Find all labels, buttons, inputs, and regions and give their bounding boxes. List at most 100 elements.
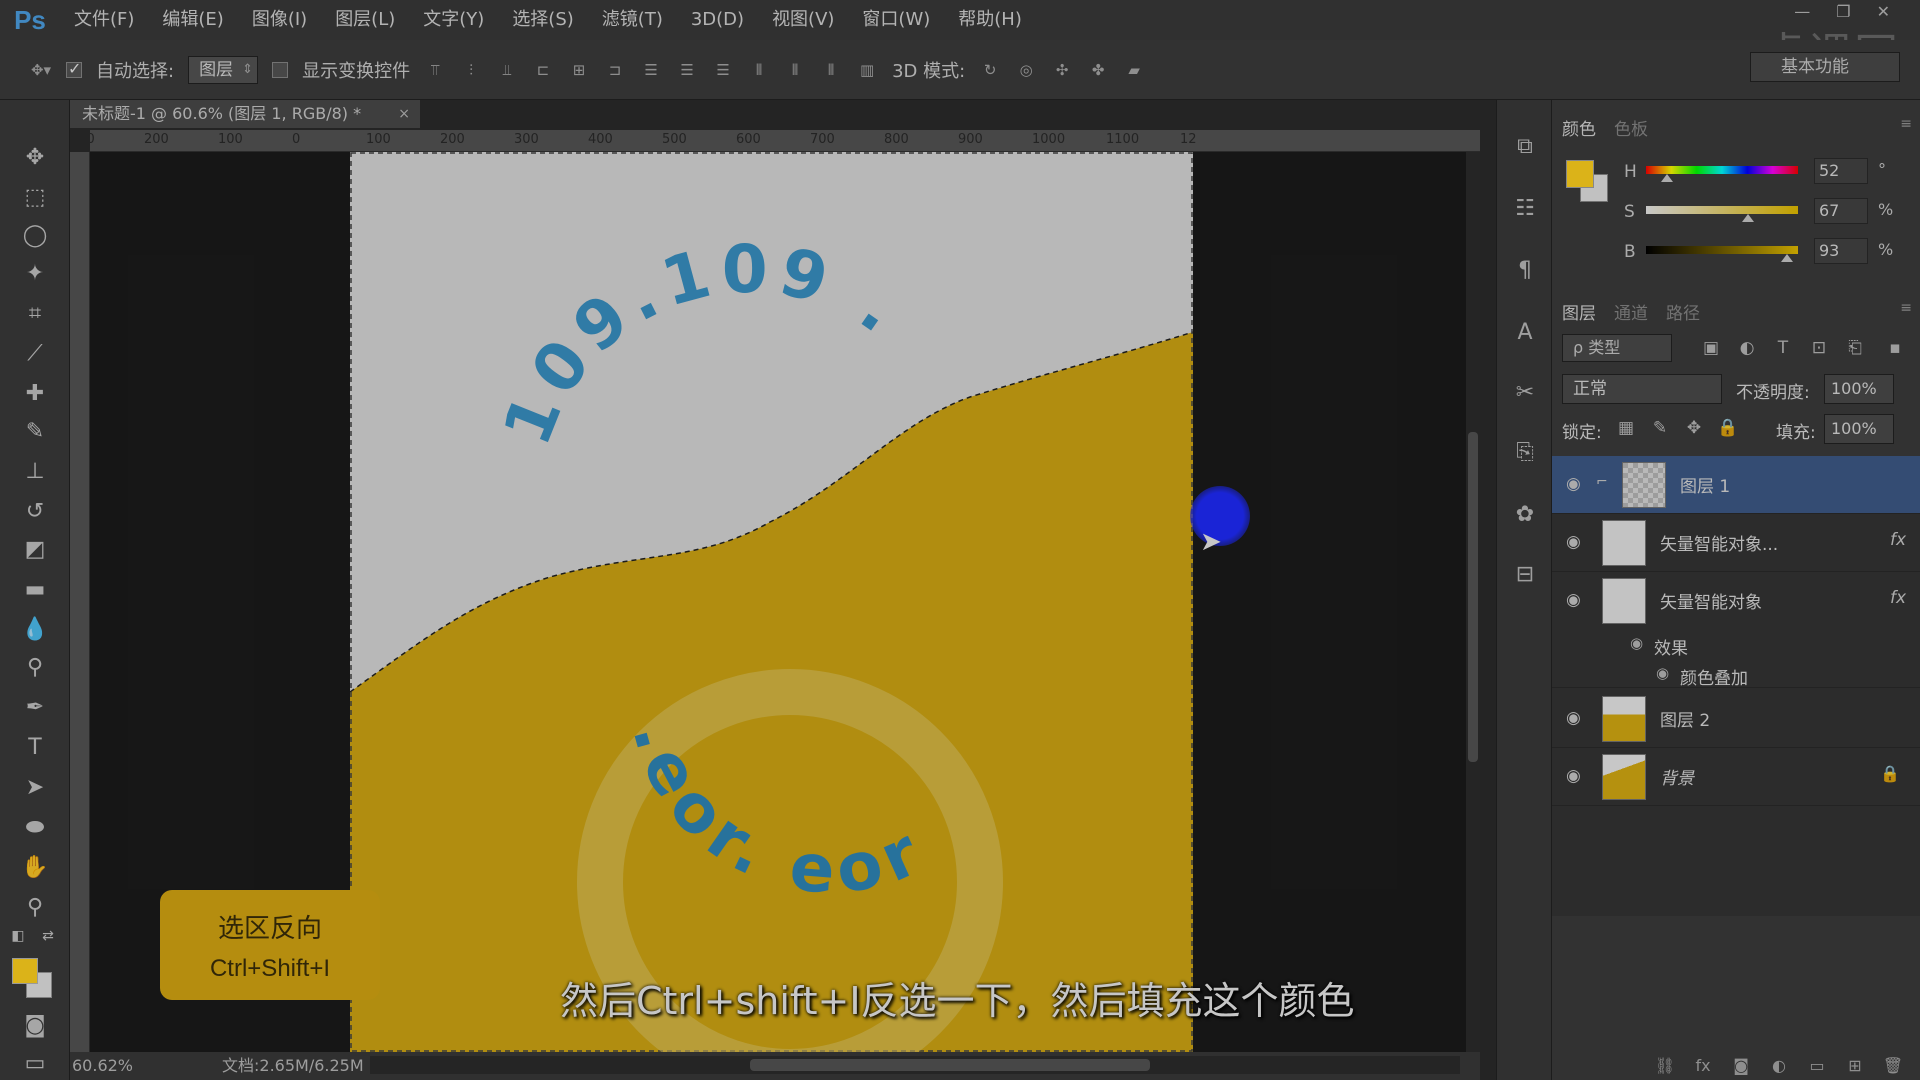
hue-slider[interactable] — [1646, 166, 1798, 174]
layer-name[interactable]: 矢量智能对象... — [1660, 530, 1778, 555]
ellipse-tool-icon[interactable]: ⬬ — [18, 810, 52, 844]
new-layer-icon[interactable]: ⊞ — [1842, 1053, 1868, 1077]
move-tool-icon[interactable]: ✥ — [18, 140, 52, 174]
character-panel-icon[interactable]: A — [1509, 316, 1541, 348]
history-brush-tool-icon[interactable]: ↺ — [18, 494, 52, 528]
document-tab[interactable]: 未标题-1 @ 60.6% (图层 1, RGB/8) * × — [70, 100, 420, 128]
lasso-tool-icon[interactable]: ◯ — [18, 218, 52, 252]
visibility-eye-icon[interactable]: ◉ — [1566, 590, 1581, 610]
fx-icon[interactable]: fx — [1890, 588, 1906, 608]
layer-row-5[interactable]: ◉ 背景 🔒 — [1552, 748, 1920, 806]
lock-all-icon[interactable]: 🔒 — [1716, 416, 1740, 440]
opacity-input[interactable]: 100% — [1824, 374, 1894, 404]
horizontal-scrollbar[interactable] — [370, 1056, 1460, 1074]
healing-brush-tool-icon[interactable]: ✚ — [18, 376, 52, 410]
filter-smart-object-icon[interactable]: ⎗ — [1842, 336, 1868, 360]
layer-name[interactable]: 矢量智能对象 — [1660, 588, 1762, 613]
quick-mask-icon[interactable]: ◙ — [18, 1008, 52, 1042]
color-panel-menu-icon[interactable]: ≡ — [1900, 116, 1912, 132]
zoom-tool-icon[interactable]: ⚲ — [18, 890, 52, 924]
hand-tool-icon[interactable]: ✋ — [18, 850, 52, 884]
path-selection-tool-icon[interactable]: ➤ — [18, 770, 52, 804]
type-tool-icon[interactable]: T — [18, 730, 52, 764]
drag-3d-icon[interactable]: ✣ — [1051, 59, 1073, 81]
effect-item-row[interactable]: ◉ 颜色叠加 — [1552, 660, 1920, 689]
show-transform-checkbox[interactable] — [272, 61, 289, 78]
menu-window[interactable]: 窗口(W) — [848, 0, 944, 40]
swap-colors-icon[interactable]: ⇄ — [38, 926, 58, 946]
brightness-value-input[interactable]: 93 — [1814, 238, 1868, 264]
hue-value-input[interactable]: 52 — [1814, 158, 1868, 184]
add-style-icon[interactable]: fx — [1690, 1053, 1716, 1077]
roll-3d-icon[interactable]: ◎ — [1015, 59, 1037, 81]
layer-filter-select[interactable]: ρ 类型 — [1562, 334, 1672, 362]
tab-layers[interactable]: 图层 — [1562, 299, 1596, 324]
clone-stamp-tool-icon[interactable]: ⊥ — [18, 454, 52, 488]
align-top-icon[interactable]: ⫪ — [424, 59, 446, 81]
history-panel-icon[interactable]: ⧉ — [1509, 130, 1541, 162]
move-tool-preset-icon[interactable]: ✥▾ — [30, 59, 52, 81]
align-hcenter-icon[interactable]: ⊞ — [568, 59, 590, 81]
visibility-eye-icon[interactable]: ◉ — [1566, 766, 1581, 786]
visibility-eye-icon[interactable]: ◉ — [1566, 708, 1581, 728]
properties-panel-icon[interactable]: ⊟ — [1509, 558, 1541, 590]
add-mask-icon[interactable]: ◙ — [1728, 1053, 1754, 1077]
adjustments-panel-icon[interactable]: ☷ — [1509, 192, 1541, 224]
eyedropper-tool-icon[interactable]: ⟋ — [18, 336, 52, 370]
auto-select-checkbox[interactable] — [66, 59, 82, 78]
eraser-tool-icon[interactable]: ◩ — [18, 532, 52, 566]
align-vcenter-icon[interactable]: ⫶ — [460, 59, 482, 81]
lock-position-icon[interactable]: ✥ — [1682, 416, 1706, 440]
layer-name[interactable]: 图层 2 — [1660, 706, 1710, 731]
blend-mode-select[interactable]: 正常 — [1562, 374, 1722, 404]
hue-slider-thumb[interactable] — [1661, 174, 1674, 182]
fill-input[interactable]: 100% — [1824, 414, 1894, 444]
brush-tool-icon[interactable]: ✎ — [18, 414, 52, 448]
effects-eye-icon[interactable]: ◉ — [1630, 634, 1643, 652]
scale-3d-icon[interactable]: ▰ — [1123, 59, 1145, 81]
brush-presets-icon[interactable]: ✿ — [1509, 498, 1541, 530]
document-canvas[interactable]: 109.109 . .eor. eor — [350, 152, 1193, 1052]
align-left-icon[interactable]: ⊏ — [532, 59, 554, 81]
visibility-eye-icon[interactable]: ◉ — [1566, 474, 1581, 494]
new-group-icon[interactable]: ▭ — [1804, 1053, 1830, 1077]
tab-channels[interactable]: 通道 — [1614, 299, 1648, 324]
pen-tool-icon[interactable]: ✒ — [18, 690, 52, 724]
marquee-tool-icon[interactable]: ⬚ — [18, 180, 52, 214]
link-layers-icon[interactable]: ⛓ — [1652, 1053, 1678, 1077]
saturation-value-input[interactable]: 67 — [1814, 198, 1868, 224]
menu-select[interactable]: 选择(S) — [498, 0, 587, 40]
lock-pixels-icon[interactable]: ✎ — [1648, 416, 1672, 440]
menu-filter[interactable]: 滤镜(T) — [588, 0, 677, 40]
distribute-hcenter-icon[interactable]: ⦀ — [784, 59, 806, 81]
layer-row-2[interactable]: ◉ 矢量智能对象... fx — [1552, 514, 1920, 572]
align-right-icon[interactable]: ⊐ — [604, 59, 626, 81]
horizontal-scroll-thumb[interactable] — [750, 1059, 1150, 1071]
close-document-icon[interactable]: × — [398, 100, 410, 128]
zoom-level[interactable]: 60.62% — [72, 1052, 133, 1080]
crop-tool-icon[interactable]: ⌗ — [18, 296, 52, 330]
vertical-scroll-thumb[interactable] — [1468, 432, 1478, 762]
filter-shape-icon[interactable]: ⊡ — [1806, 336, 1832, 360]
tab-swatches[interactable]: 色板 — [1614, 115, 1648, 140]
tab-paths[interactable]: 路径 — [1666, 299, 1700, 324]
vertical-scrollbar[interactable] — [1466, 152, 1480, 1052]
menu-edit[interactable]: 编辑(E) — [148, 0, 237, 40]
tab-color[interactable]: 颜色 — [1562, 115, 1596, 140]
dodge-tool-icon[interactable]: ⚲ — [18, 650, 52, 684]
rotate-3d-icon[interactable]: ↻ — [979, 59, 1001, 81]
color-panel-foreground[interactable] — [1566, 160, 1594, 188]
brightness-slider-thumb[interactable] — [1781, 254, 1794, 262]
distribute-vcenter-icon[interactable]: ☰ — [676, 59, 698, 81]
effects-row[interactable]: ◉ 效果 — [1552, 630, 1920, 659]
distribute-bottom-icon[interactable]: ☰ — [712, 59, 734, 81]
layers-panel-menu-icon[interactable]: ≡ — [1900, 300, 1912, 316]
delete-layer-icon[interactable]: 🗑 — [1880, 1053, 1906, 1077]
foreground-color-swatch[interactable] — [12, 958, 38, 984]
fx-icon[interactable]: fx — [1890, 530, 1906, 550]
tool-presets-icon[interactable]: ✂ — [1509, 376, 1541, 408]
saturation-slider-thumb[interactable] — [1741, 214, 1754, 222]
magic-wand-tool-icon[interactable]: ✦ — [18, 256, 52, 290]
saturation-slider[interactable] — [1646, 206, 1798, 214]
clone-source-icon[interactable]: ⎘ — [1509, 436, 1541, 468]
